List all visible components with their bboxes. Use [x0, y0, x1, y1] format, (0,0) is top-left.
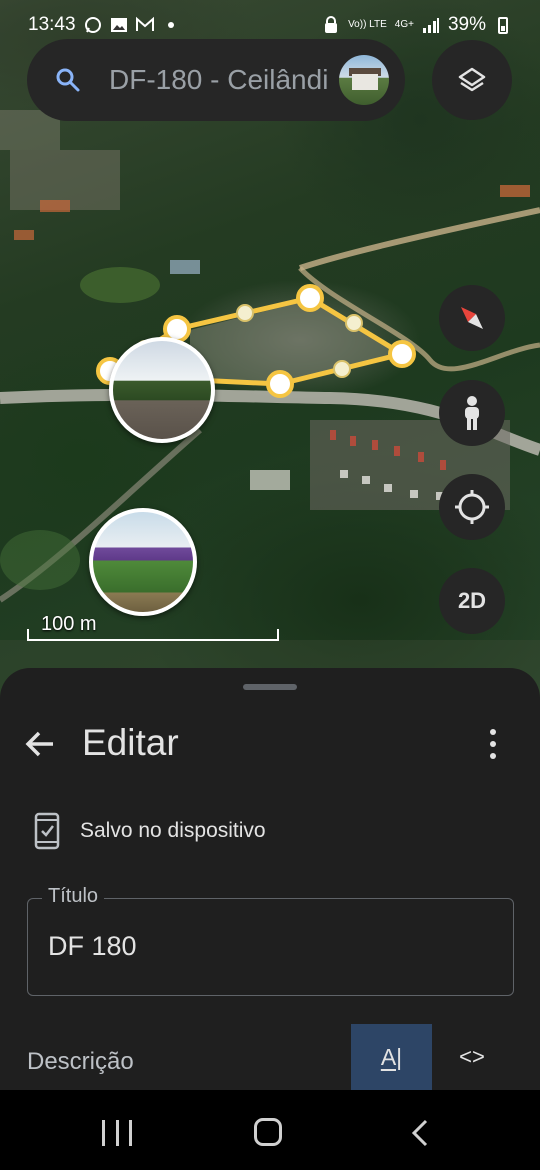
network-type-label: 4G+: [394, 19, 414, 30]
layers-button[interactable]: [432, 40, 512, 120]
more-dot-icon: [490, 753, 496, 759]
crosshair-icon: [455, 490, 489, 524]
search-bar[interactable]: DF-180 - Ceilândia: [27, 39, 405, 121]
home-button[interactable]: [254, 1118, 282, 1146]
edit-sheet: Editar Salvo no dispositivo Título DF 18…: [0, 668, 540, 1090]
street-view-button[interactable]: [439, 380, 505, 446]
signal-icon: [422, 18, 439, 33]
system-nav-bar: [0, 1090, 540, 1170]
place-thumbnail[interactable]: [339, 55, 389, 105]
my-location-button[interactable]: [439, 474, 505, 540]
compass-icon: [461, 307, 483, 329]
status-left: 13:43: [28, 14, 174, 36]
pegman-icon: [465, 396, 479, 430]
recents-bar-icon: [129, 1120, 132, 1146]
title-field-value[interactable]: DF 180: [48, 931, 137, 962]
thumbnail-house: [352, 74, 378, 90]
description-label: Descrição: [27, 1048, 134, 1075]
layers-icon: [458, 67, 486, 92]
photo-pin-road[interactable]: [109, 337, 215, 443]
more-options-button[interactable]: [478, 726, 508, 762]
recents-bar-icon: [102, 1120, 105, 1146]
battery-percent: 39%: [447, 14, 486, 35]
status-time: 13:43: [28, 14, 76, 35]
scale-bar: 100 m: [27, 613, 279, 641]
more-dot-icon: [490, 741, 496, 747]
scale-line: [27, 629, 279, 641]
gallery-icon: [110, 18, 127, 32]
recents-button[interactable]: [102, 1120, 132, 1146]
more-dot-icon: [490, 729, 496, 735]
2d-toggle-button[interactable]: 2D: [439, 568, 505, 634]
saved-text: Salvo no dispositivo: [80, 819, 266, 842]
lock-icon: [325, 16, 338, 33]
sheet-title: Editar: [82, 722, 179, 763]
compass-button[interactable]: [439, 285, 505, 351]
system-back-icon[interactable]: [408, 1118, 432, 1148]
gmail-icon: [135, 16, 154, 31]
title-field-label: Título: [42, 885, 105, 908]
format-text-icon: A|: [380, 1043, 403, 1070]
title-field[interactable]: Título DF 180: [27, 885, 514, 996]
recents-bar-icon: [115, 1120, 119, 1146]
device-saved-icon: [34, 812, 60, 850]
photo-pin-tent[interactable]: [89, 508, 197, 616]
search-input[interactable]: DF-180 - Ceilândia: [109, 64, 327, 96]
battery-icon: [498, 17, 508, 34]
whatsapp-icon: [84, 17, 101, 33]
html-code-button[interactable]: <>: [445, 1040, 499, 1074]
saved-status: Salvo no dispositivo: [34, 812, 266, 850]
volte-label: Vo)) LTE: [348, 19, 387, 30]
rich-text-format-button[interactable]: A|: [351, 1024, 432, 1090]
notification-dot-icon: [167, 22, 174, 28]
drag-handle[interactable]: [243, 684, 297, 690]
back-arrow-icon[interactable]: [24, 728, 56, 760]
status-right: Vo)) LTE 4G+ 39%: [322, 14, 512, 36]
search-icon: [56, 68, 80, 92]
